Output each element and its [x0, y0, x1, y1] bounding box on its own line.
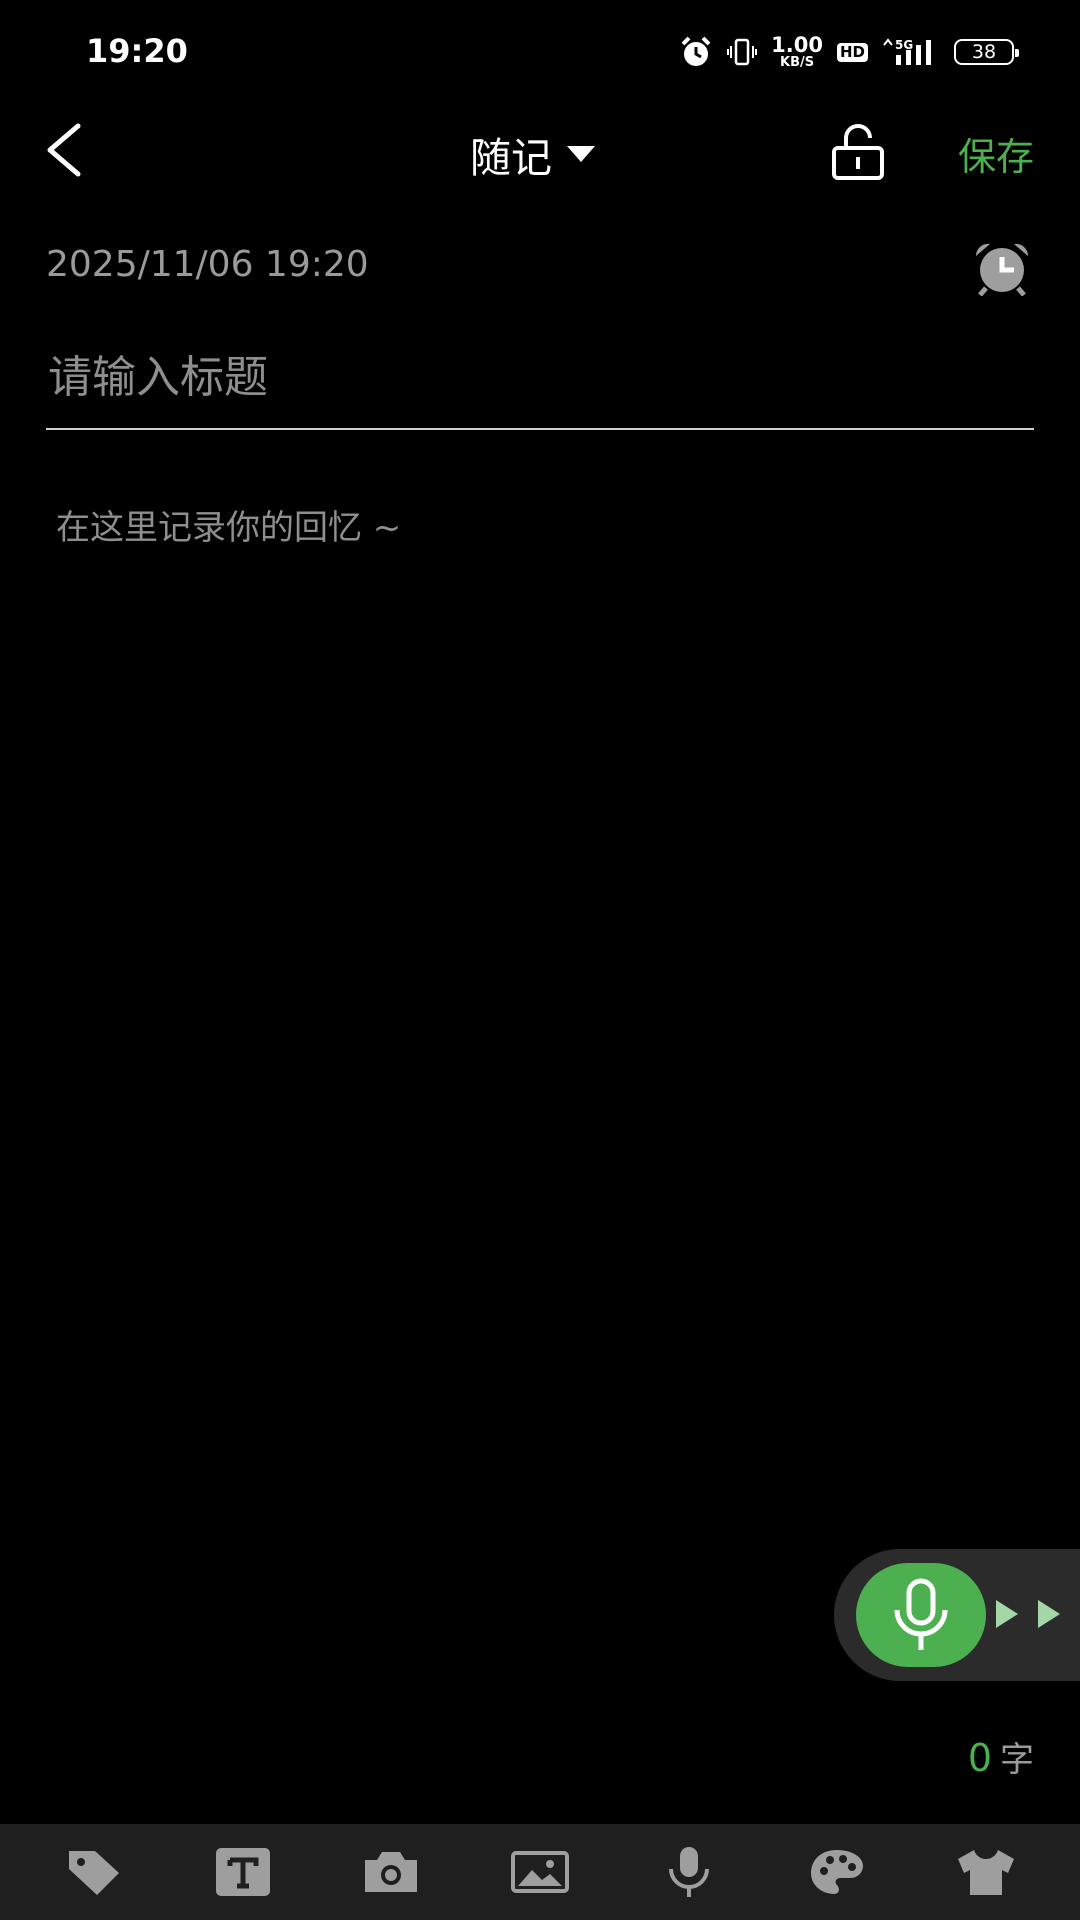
- back-button[interactable]: [36, 118, 96, 182]
- hd-badge: HD: [836, 42, 868, 62]
- chevron-left-icon: [47, 123, 81, 177]
- play-arrow-icon: [996, 1600, 1018, 1628]
- top-bar: 随记 保存: [0, 110, 1080, 190]
- page-title: 随记: [470, 134, 552, 182]
- image-button[interactable]: [495, 1832, 585, 1912]
- lock-button[interactable]: [828, 122, 888, 182]
- note-date[interactable]: 2025/11/06 19:20: [46, 244, 369, 285]
- voice-input-button[interactable]: [856, 1563, 986, 1667]
- microphone-icon: [668, 1847, 709, 1897]
- tag-icon: [69, 1851, 120, 1895]
- bottom-toolbar: [0, 1824, 1080, 1920]
- word-count-unit: 字: [1000, 1740, 1034, 1780]
- camera-button[interactable]: [346, 1832, 436, 1912]
- camera-icon: [365, 1852, 418, 1892]
- audio-button[interactable]: [644, 1832, 734, 1912]
- unlock-icon: [832, 124, 884, 180]
- shirt-icon: [957, 1850, 1014, 1895]
- skin-button[interactable]: [941, 1832, 1031, 1912]
- alarm-clock-icon: [975, 243, 1029, 297]
- voice-input-panel: [834, 1549, 1080, 1681]
- body-input[interactable]: [56, 500, 1034, 1500]
- text-format-button[interactable]: [198, 1832, 288, 1912]
- network-speed-unit: KB/S: [780, 55, 815, 70]
- text-format-icon: [215, 1848, 270, 1896]
- caret-down-icon: [567, 146, 595, 162]
- title-input[interactable]: [46, 340, 1034, 430]
- image-icon: [510, 1851, 569, 1893]
- tag-button[interactable]: [49, 1832, 139, 1912]
- network-speed-value: 1.00: [771, 33, 823, 57]
- status-time: 19:20: [86, 32, 188, 70]
- battery-indicator: 38: [954, 39, 1019, 65]
- theme-button[interactable]: [792, 1832, 882, 1912]
- alarm-status-icon: [681, 36, 711, 66]
- microphone-icon: [894, 1578, 948, 1650]
- reminder-button[interactable]: [970, 240, 1034, 297]
- status-bar: 19:20 1.00 KB/S HD 5G 38: [0, 0, 1080, 100]
- vibrate-icon: [727, 38, 758, 66]
- word-count-number: 0: [967, 1736, 992, 1780]
- palette-icon: [811, 1850, 864, 1894]
- word-count: 0 字: [968, 1732, 1034, 1781]
- network-speed: 1.00 KB/S: [771, 33, 823, 70]
- play-arrow-icon: [1038, 1600, 1060, 1628]
- signal-5g-icon: 5G: [883, 38, 931, 65]
- save-button[interactable]: 保存: [958, 126, 1034, 181]
- svg-text:5G: 5G: [895, 38, 913, 52]
- status-icons: 1.00 KB/S HD 5G 38: [679, 33, 1019, 70]
- category-dropdown[interactable]: 随记: [470, 124, 596, 184]
